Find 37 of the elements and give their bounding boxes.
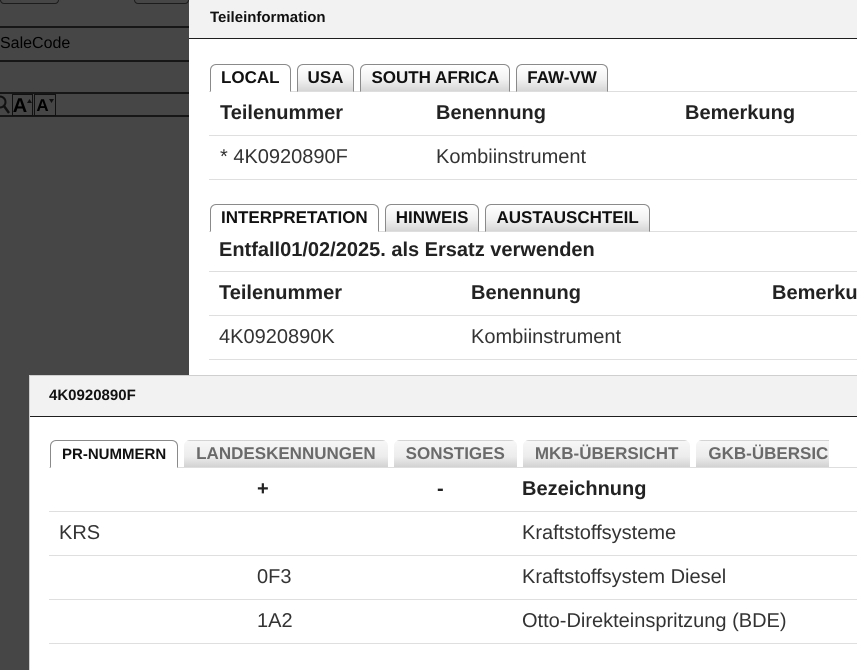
column-header: Bezeichnung	[521, 478, 648, 501]
column-header: SaleCode	[0, 35, 70, 53]
dialog-title: Teileinformation	[210, 8, 326, 26]
tab[interactable]: SOUTH AFRICA	[360, 64, 510, 92]
table-cell-text: Kraftstoffsysteme	[521, 522, 678, 545]
note-text: Entfall01/02/2025. als Ersatz verwenden	[209, 232, 857, 272]
column-header: Teilenummer	[219, 102, 344, 125]
column-header: Bemerku	[771, 282, 857, 305]
tab[interactable]: MKB-ÜBERSICHT	[522, 440, 690, 468]
column-header: Teilenummer	[218, 282, 343, 305]
table-cell-text: 0F3	[256, 566, 292, 589]
table-cell-text: Kombiinstrument	[470, 326, 622, 349]
table-cell-text: Otto-Direkteinspritzung (BDE)	[521, 610, 788, 633]
column-header: Bemerkung	[684, 102, 796, 125]
table-cell-text: * 4K0920890F	[219, 146, 349, 169]
column-header: +	[256, 478, 270, 501]
tab[interactable]: FAW-VW	[516, 64, 608, 92]
tab[interactable]: USA	[296, 64, 354, 92]
table-cell-text: KRS	[58, 522, 102, 545]
dialog-title: 4K0920890F	[49, 386, 136, 404]
caret-icon	[48, 99, 54, 103]
table-cell-text: 4K0920890K	[218, 326, 336, 349]
column-header: Benennung	[435, 102, 547, 125]
tab[interactable]: LOCAL	[210, 64, 291, 92]
column-header: Benennung	[470, 282, 582, 305]
table-cell-text: Kraftstoffsystem Diesel	[521, 566, 728, 589]
column-header: -	[436, 478, 445, 501]
tab[interactable]: HINWEIS	[384, 204, 480, 232]
tab[interactable]: SONSTIGES	[394, 440, 517, 468]
tab[interactable]: GKB-ÜBERSIC	[696, 440, 830, 468]
tab[interactable]: INTERPRETATION	[210, 204, 379, 232]
table-cell-text: 1A2	[256, 610, 294, 633]
tab[interactable]: PR-NUMMERN	[50, 440, 178, 468]
tab[interactable]: AUSTAUSCHTEIL	[485, 204, 650, 232]
table-cell-text: Kombiinstrument	[435, 146, 588, 169]
caret-icon	[27, 99, 32, 103]
tab[interactable]: LANDESKENNUNGEN	[184, 440, 388, 468]
